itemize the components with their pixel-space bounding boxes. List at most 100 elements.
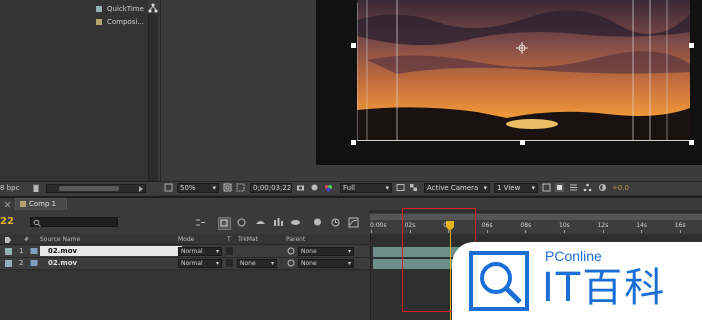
layer-row[interactable]: 2 02.mov Normal ▾ None ▾ None ▾ <box>0 258 370 270</box>
project-vertical-scrollbar[interactable] <box>148 14 158 181</box>
ruler-tick-mark <box>602 230 604 233</box>
brainstorm-icon[interactable] <box>312 217 323 228</box>
timeline-icon[interactable] <box>569 183 578 192</box>
tag-label-icon <box>4 236 12 244</box>
zoom-dropdown[interactable]: 50% ▾ <box>177 183 219 193</box>
sunset-footage-frame[interactable] <box>357 0 690 140</box>
anchor-point-icon[interactable] <box>516 42 528 54</box>
frame-blending-icon[interactable] <box>273 217 284 228</box>
item-color-swatch <box>96 6 102 12</box>
ruler-tick-mark <box>641 230 643 233</box>
color-channels-icon[interactable] <box>324 183 333 192</box>
layer-handle[interactable] <box>351 43 356 48</box>
draft-3d-icon[interactable] <box>218 217 231 230</box>
ruler-tick-label: 06s <box>481 222 493 229</box>
source-name-header[interactable]: Source Name <box>40 236 80 243</box>
show-snapshot-icon[interactable] <box>310 183 319 192</box>
ruler-tick-mark <box>371 230 372 233</box>
layer-mode-value: Normal <box>181 260 203 267</box>
tab-label: Comp 1 <box>29 200 57 208</box>
preserve-transparency-toggle[interactable] <box>226 259 233 267</box>
layer-label-color[interactable] <box>5 248 12 255</box>
motion-blur-icon[interactable] <box>290 217 301 228</box>
ruler-tick-mark <box>525 230 527 233</box>
camera-view-dropdown[interactable]: Active Camera ▾ <box>424 183 490 193</box>
layer-mode-dropdown[interactable]: Normal ▾ <box>178 259 222 268</box>
sunset-footage-image <box>357 0 690 140</box>
scroll-right-arrow-icon[interactable] <box>137 185 145 193</box>
layer-trkmat-dropdown[interactable]: None ▾ <box>237 259 277 268</box>
layer-name[interactable]: 02.mov <box>48 258 77 268</box>
view-layout-value: 1 View <box>497 184 521 192</box>
layer-handle[interactable] <box>520 140 525 145</box>
ruler-tick-label: 10s <box>559 222 570 229</box>
live-update-icon[interactable] <box>236 217 247 228</box>
project-item-label: QuickTime <box>107 5 144 13</box>
tab-comp-1[interactable]: Comp 1 <box>15 198 67 210</box>
pick-whip-icon[interactable] <box>287 259 295 267</box>
graph-editor-icon[interactable] <box>348 217 359 228</box>
ruler-tick-mark <box>486 230 488 233</box>
pconline-logo-icon <box>468 250 530 312</box>
ruler-tick-mark <box>564 230 565 233</box>
current-time-field[interactable]: 0;00;03;22 <box>250 183 292 193</box>
layer-name[interactable]: 02.mov <box>40 246 182 256</box>
resolution-dropdown[interactable]: Full ▾ <box>340 183 392 193</box>
flowchart-icon[interactable] <box>148 3 158 13</box>
flowchart-icon[interactable] <box>583 183 592 192</box>
track-matte-t-header[interactable]: T <box>227 236 231 243</box>
project-item-quicktime[interactable]: QuickTime <box>96 3 156 15</box>
resolution-value: Full <box>343 184 355 192</box>
view-layout-dropdown[interactable]: 1 View ▾ <box>494 183 538 193</box>
toggle-pixel-aspect-icon[interactable] <box>542 183 551 192</box>
exposure-icon[interactable] <box>598 183 607 192</box>
watermark-brand-en: PConline <box>545 248 602 264</box>
pick-whip-icon[interactable] <box>287 247 295 255</box>
project-item-label: Composi... <box>107 18 144 26</box>
zoom-value: 50% <box>180 184 196 192</box>
layer-parent-dropdown[interactable]: None ▾ <box>298 259 354 268</box>
transparency-grid-icon[interactable] <box>409 183 418 192</box>
project-horizontal-scrollbar[interactable] <box>46 184 146 193</box>
region-of-interest-icon[interactable] <box>236 183 245 192</box>
chevron-down-icon: ▾ <box>215 248 219 255</box>
parent-header[interactable]: Parent <box>286 236 305 243</box>
item-color-swatch <box>96 19 102 25</box>
project-item-list: QuickTime Composi... <box>0 0 148 181</box>
comp-mini-flowchart-icon[interactable] <box>195 217 206 228</box>
ruler-tick-label: 12s <box>597 222 609 229</box>
exposure-value[interactable]: +0.0 <box>612 184 629 192</box>
scrollbar-thumb[interactable] <box>59 186 119 191</box>
layer-search-input[interactable] <box>30 217 118 227</box>
layer-handle[interactable] <box>689 140 694 145</box>
layer-label-color[interactable] <box>5 260 12 267</box>
layer-index: 2 <box>19 259 24 267</box>
layer-mode-dropdown[interactable]: Normal ▾ <box>178 247 222 256</box>
bpc-label[interactable]: 8 bpc <box>0 184 19 192</box>
fast-draft-icon[interactable] <box>555 183 564 192</box>
chevron-down-icon: ▾ <box>270 260 274 267</box>
chevron-down-icon: ▾ <box>212 184 216 192</box>
ruler-tick-label: 0:00s <box>370 222 387 229</box>
snapshot-camera-icon[interactable] <box>296 183 305 192</box>
layer-handle[interactable] <box>351 140 356 145</box>
always-preview-icon[interactable] <box>164 183 173 192</box>
mode-header[interactable]: Mode <box>178 236 194 243</box>
layer-list-empty-area[interactable] <box>0 270 370 320</box>
timeline-current-time[interactable]: 22 <box>0 216 14 227</box>
trash-icon[interactable] <box>32 184 40 192</box>
ruler-tick-label: 16s <box>674 222 686 229</box>
chevron-down-icon: ▾ <box>531 184 535 192</box>
preserve-transparency-toggle[interactable] <box>226 247 233 255</box>
close-tab-icon[interactable] <box>3 200 12 209</box>
layer-parent-value: None <box>301 260 317 267</box>
layer-row[interactable]: 1 02.mov Normal ▾ None ▾ <box>0 246 370 258</box>
project-item-composition[interactable]: Composi... <box>96 16 156 28</box>
trkmat-header[interactable]: TrkMat <box>238 236 258 243</box>
auto-keyframe-icon[interactable] <box>330 217 341 228</box>
safe-areas-icon[interactable] <box>223 183 232 192</box>
hide-shy-layers-icon[interactable] <box>255 217 266 228</box>
fast-previews-icon[interactable] <box>396 183 405 192</box>
layer-parent-dropdown[interactable]: None ▾ <box>298 247 354 256</box>
layer-handle[interactable] <box>689 43 694 48</box>
